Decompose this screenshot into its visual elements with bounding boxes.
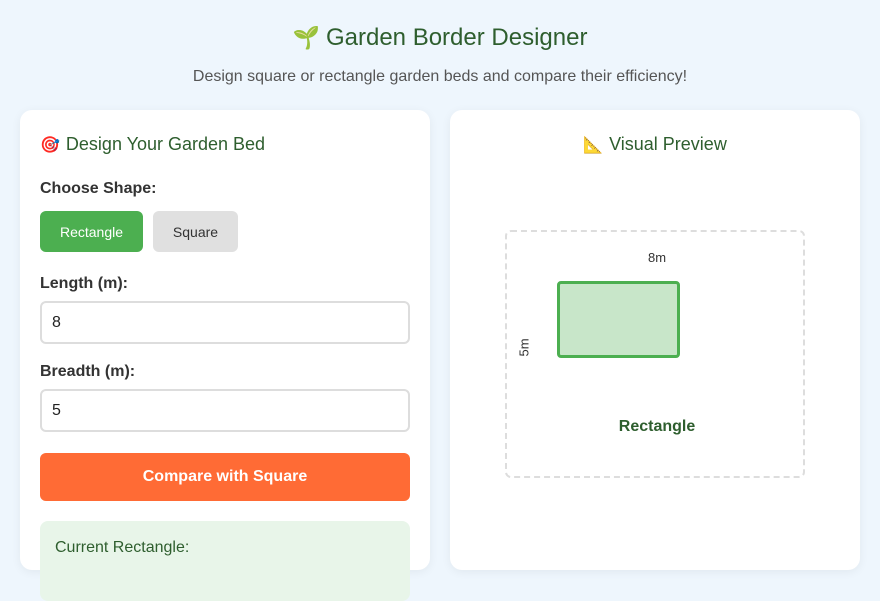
breadth-input[interactable]	[40, 389, 410, 432]
page-subtitle: Design square or rectangle garden beds a…	[192, 68, 688, 85]
length-label: Length (m):	[40, 275, 128, 292]
preview-panel: 📐 Visual Preview 8m 5m Rectangle	[450, 110, 860, 570]
shape-label: Choose Shape:	[40, 180, 157, 197]
result-title: Current Rectangle:	[55, 539, 190, 556]
garden-bed-shape	[557, 281, 680, 358]
target-icon: 🎯	[40, 137, 60, 154]
width-dimension-label: 8m	[647, 250, 667, 265]
preview-canvas: 8m 5m Rectangle	[505, 230, 805, 478]
page-title: 🌱 Garden Border Designer	[292, 24, 588, 51]
design-panel: 🎯 Design Your Garden Bed Choose Shape: Re…	[20, 110, 430, 601]
height-dimension-label: 5m	[516, 338, 532, 357]
current-rectangle-result: Current Rectangle:	[40, 521, 410, 601]
square-shape-button[interactable]: Square	[153, 211, 238, 252]
sprout-icon: 🌱	[292, 25, 320, 50]
rectangle-shape-button[interactable]: Rectangle	[40, 211, 143, 252]
triangle-ruler-icon: 📐	[583, 137, 604, 154]
design-panel-title: 🎯 Design Your Garden Bed	[40, 133, 265, 157]
length-input[interactable]	[40, 301, 410, 344]
compare-with-square-button[interactable]: Compare with Square	[40, 453, 410, 501]
preview-panel-title: 📐 Visual Preview	[450, 133, 860, 157]
preview-shape-name: Rectangle	[618, 418, 696, 435]
breadth-label: Breadth (m):	[40, 363, 136, 380]
